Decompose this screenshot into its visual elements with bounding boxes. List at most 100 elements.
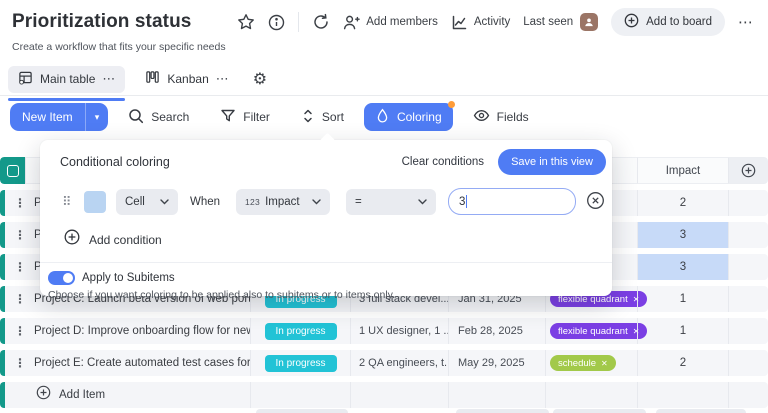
last-seen-label: Last seen <box>523 16 573 28</box>
add-to-board-button[interactable]: Add to board <box>611 8 725 36</box>
chevron-down-icon[interactable]: ▾ <box>85 103 109 131</box>
status-badge[interactable]: In progress <box>265 355 337 372</box>
when-label: When <box>190 196 224 208</box>
group-color-bar <box>0 190 5 216</box>
tab-kanban[interactable]: Kanban ⋯ <box>135 66 238 93</box>
condition-value: 3 <box>459 196 465 208</box>
fields-label: Fields <box>497 110 529 124</box>
filter-button[interactable]: Filter <box>209 103 281 131</box>
team-text: 1 UX designer, 1 ... <box>359 325 448 337</box>
add-item-row[interactable]: Add Item <box>0 382 768 408</box>
column-value: Impact <box>265 196 300 208</box>
apply-to-subitems-toggle[interactable] <box>48 271 75 285</box>
app-root: Prioritization status Add members <box>0 0 768 413</box>
row-menu-icon[interactable]: ⋮ <box>14 324 26 338</box>
info-icon <box>268 14 285 31</box>
automations-button[interactable] <box>312 13 330 31</box>
color-swatch[interactable] <box>84 191 106 213</box>
row-menu-icon[interactable]: ⋮ <box>14 356 26 370</box>
filter-label: Filter <box>243 110 270 124</box>
text-cursor <box>466 195 467 208</box>
add-members-button[interactable]: Add members <box>343 14 438 31</box>
new-item-label: New Item <box>10 110 85 124</box>
tab-main-table[interactable]: Main table ⋯ <box>8 66 125 93</box>
search-button[interactable]: Search <box>117 103 200 131</box>
close-circle-icon <box>586 191 605 213</box>
group-summary-cell <box>456 409 549 413</box>
clear-conditions-button[interactable]: Clear conditions <box>402 156 484 168</box>
activity-button[interactable]: Activity <box>451 14 510 31</box>
status-badge[interactable]: In progress <box>265 323 337 340</box>
board-subtitle: Create a workflow that fits your specifi… <box>12 41 754 53</box>
numbers-column-icon: 123 <box>245 197 260 207</box>
select-all-cell[interactable] <box>0 157 25 184</box>
impact-value: 3 <box>680 229 686 241</box>
header-actions: Add members Activity Last seen Add to bo… <box>237 8 754 36</box>
plus-circle-icon <box>64 229 80 250</box>
apply-to-subitems-label: Apply to Subitems <box>82 272 175 284</box>
sort-button[interactable]: Sort <box>290 103 355 131</box>
select-all-checkbox[interactable] <box>7 165 19 177</box>
favorite-button[interactable] <box>237 13 255 31</box>
board-info-button[interactable] <box>268 14 285 31</box>
column-dropdown[interactable]: 123 Impact <box>236 189 330 215</box>
add-condition-button[interactable]: Add condition <box>40 229 612 250</box>
drag-handle-icon[interactable]: ⠿ <box>62 195 74 208</box>
save-in-view-button[interactable]: Save in this view <box>498 149 606 175</box>
condition-value-input[interactable]: 3 <box>448 188 576 215</box>
date-text: Feb 28, 2025 <box>458 325 523 337</box>
impact-value: 1 <box>680 325 686 337</box>
impact-column-header[interactable]: Impact <box>637 157 728 184</box>
group-color-bar <box>0 254 5 280</box>
kanban-view-icon <box>145 70 160 88</box>
add-to-board-label: Add to board <box>646 16 712 28</box>
chevron-down-icon <box>312 196 321 208</box>
tab-options-icon[interactable]: ⋯ <box>216 71 229 87</box>
coloring-button[interactable]: Coloring <box>364 103 453 131</box>
tag-badge[interactable]: schedule✕ <box>550 355 616 371</box>
team-text: 2 QA engineers, t... <box>359 357 448 369</box>
row-menu-icon[interactable]: ⋮ <box>14 228 26 242</box>
impact-value: 2 <box>680 197 686 209</box>
star-icon <box>237 13 255 31</box>
row-menu-icon[interactable]: ⋮ <box>14 260 26 274</box>
activity-label: Activity <box>474 16 510 28</box>
add-column-button[interactable] <box>728 157 768 184</box>
group-summary-cell <box>256 409 348 413</box>
filter-funnel-icon <box>220 108 236 127</box>
row-menu-icon[interactable]: ⋮ <box>14 292 26 306</box>
operator-value: = <box>355 196 362 208</box>
eye-icon <box>473 107 490 127</box>
table-view-icon <box>18 70 33 88</box>
operator-dropdown[interactable]: = <box>346 189 436 215</box>
tag-label: flexible quadrant <box>558 326 628 337</box>
group-summary-cell <box>553 409 646 413</box>
header-divider <box>298 12 299 32</box>
search-label: Search <box>151 110 189 124</box>
tab-options-icon[interactable]: ⋯ <box>102 71 115 87</box>
remove-condition-button[interactable] <box>586 191 605 213</box>
item-name[interactable]: Project D: Improve onboarding flow for n… <box>0 325 250 337</box>
tag-remove-icon[interactable]: ✕ <box>601 359 608 368</box>
row-menu-icon[interactable]: ⋮ <box>14 196 26 210</box>
tab-kanban-label: Kanban <box>167 72 208 86</box>
last-seen: Last seen <box>523 13 598 31</box>
target-dropdown[interactable]: Cell <box>116 189 178 215</box>
group-color-bar <box>0 318 5 344</box>
new-item-button[interactable]: New Item ▾ <box>10 103 108 131</box>
highlighted-impact-cell[interactable]: 3 <box>637 254 728 280</box>
tab-main-table-label: Main table <box>40 72 95 86</box>
board-menu-button[interactable]: ⋯ <box>738 13 754 31</box>
ellipsis-icon: ⋯ <box>738 13 754 31</box>
sort-label: Sort <box>322 110 344 124</box>
table-row: ⋮Project D: Improve onboarding flow for … <box>0 318 768 344</box>
fields-button[interactable]: Fields <box>462 103 540 131</box>
group-summary-cell <box>656 409 746 413</box>
highlighted-impact-cell[interactable]: 3 <box>637 222 728 248</box>
view-settings-gear-icon[interactable]: ⚙ <box>253 69 267 89</box>
table-row: ⋮Project E: Create automated test cases … <box>0 350 768 376</box>
avatar[interactable] <box>580 13 598 31</box>
board-toolbar: New Item ▾ Search Filter Sort Coloring F… <box>0 96 768 138</box>
tag-badge[interactable]: flexible quadrant✕ <box>550 323 647 339</box>
item-name[interactable]: Project E: Create automated test cases f… <box>0 357 250 369</box>
